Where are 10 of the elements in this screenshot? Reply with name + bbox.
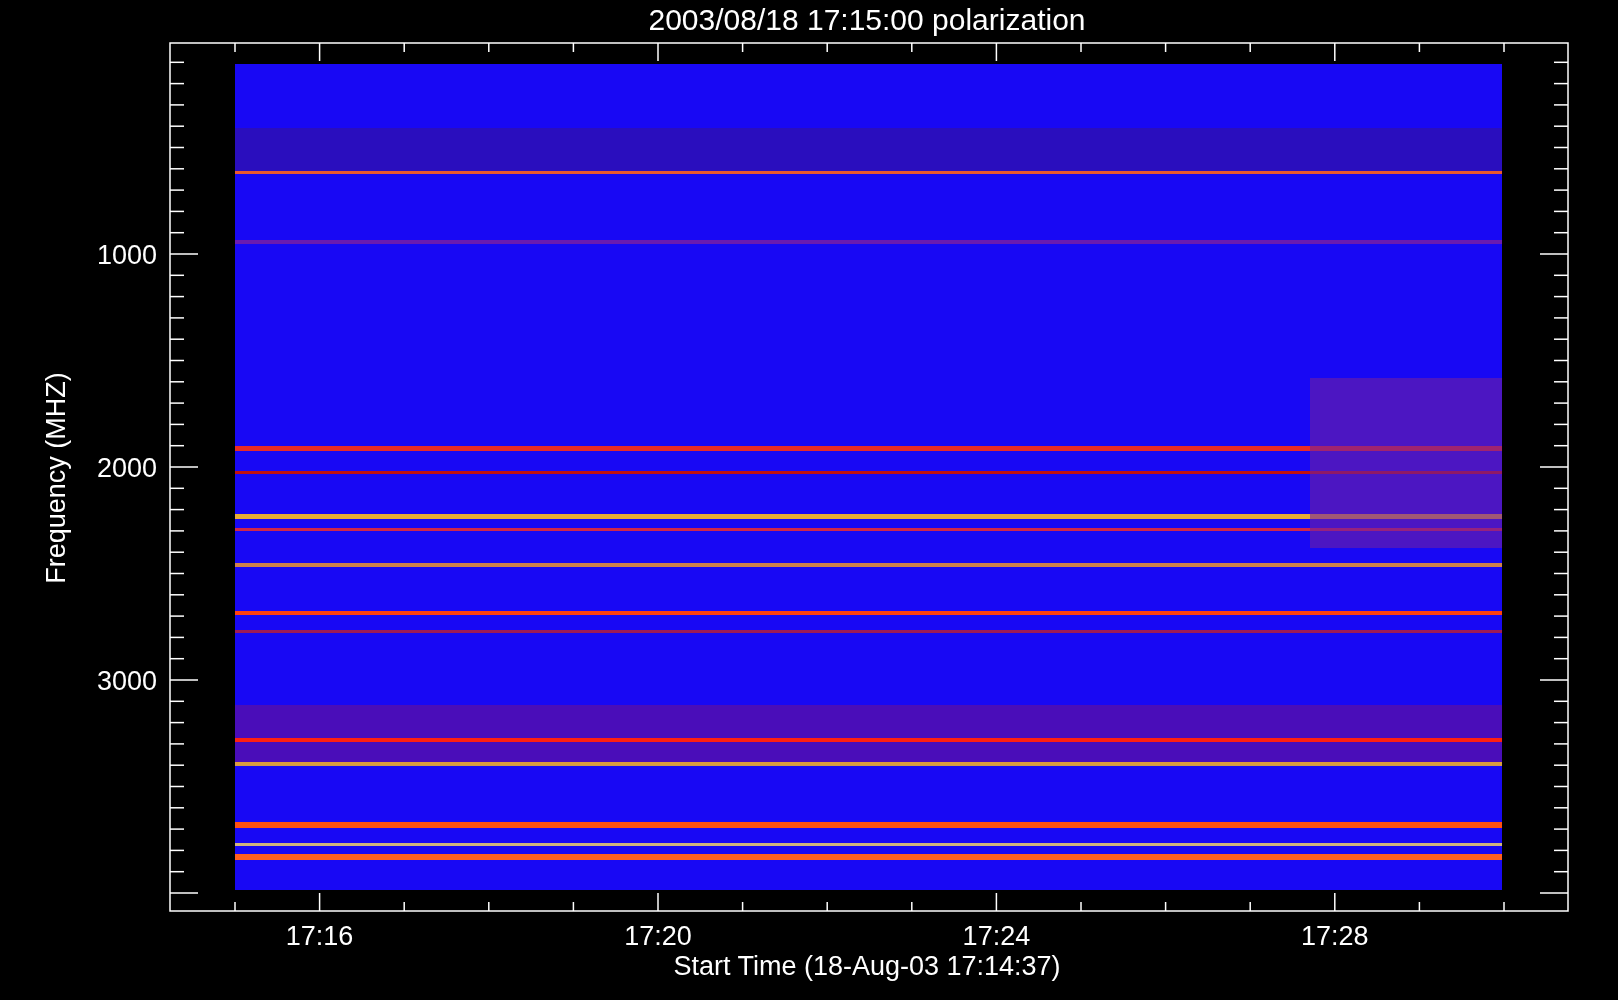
tick-label: 1000 (96, 240, 157, 270)
tick-label: 17:20 (624, 921, 692, 951)
tick-label: 17:28 (1301, 921, 1369, 951)
tick-label: 3000 (96, 666, 157, 696)
tick-label: 2000 (96, 453, 157, 483)
tick-label: 17:16 (285, 921, 354, 951)
tick-label: 17:24 (962, 921, 1031, 951)
axis-label: Frequency (MHZ) (41, 372, 71, 584)
axis-label: Start Time (18-Aug-03 17:14:37) (673, 951, 1061, 981)
plot-title: 2003/08/18 17:15:00 polarization (648, 3, 1086, 36)
